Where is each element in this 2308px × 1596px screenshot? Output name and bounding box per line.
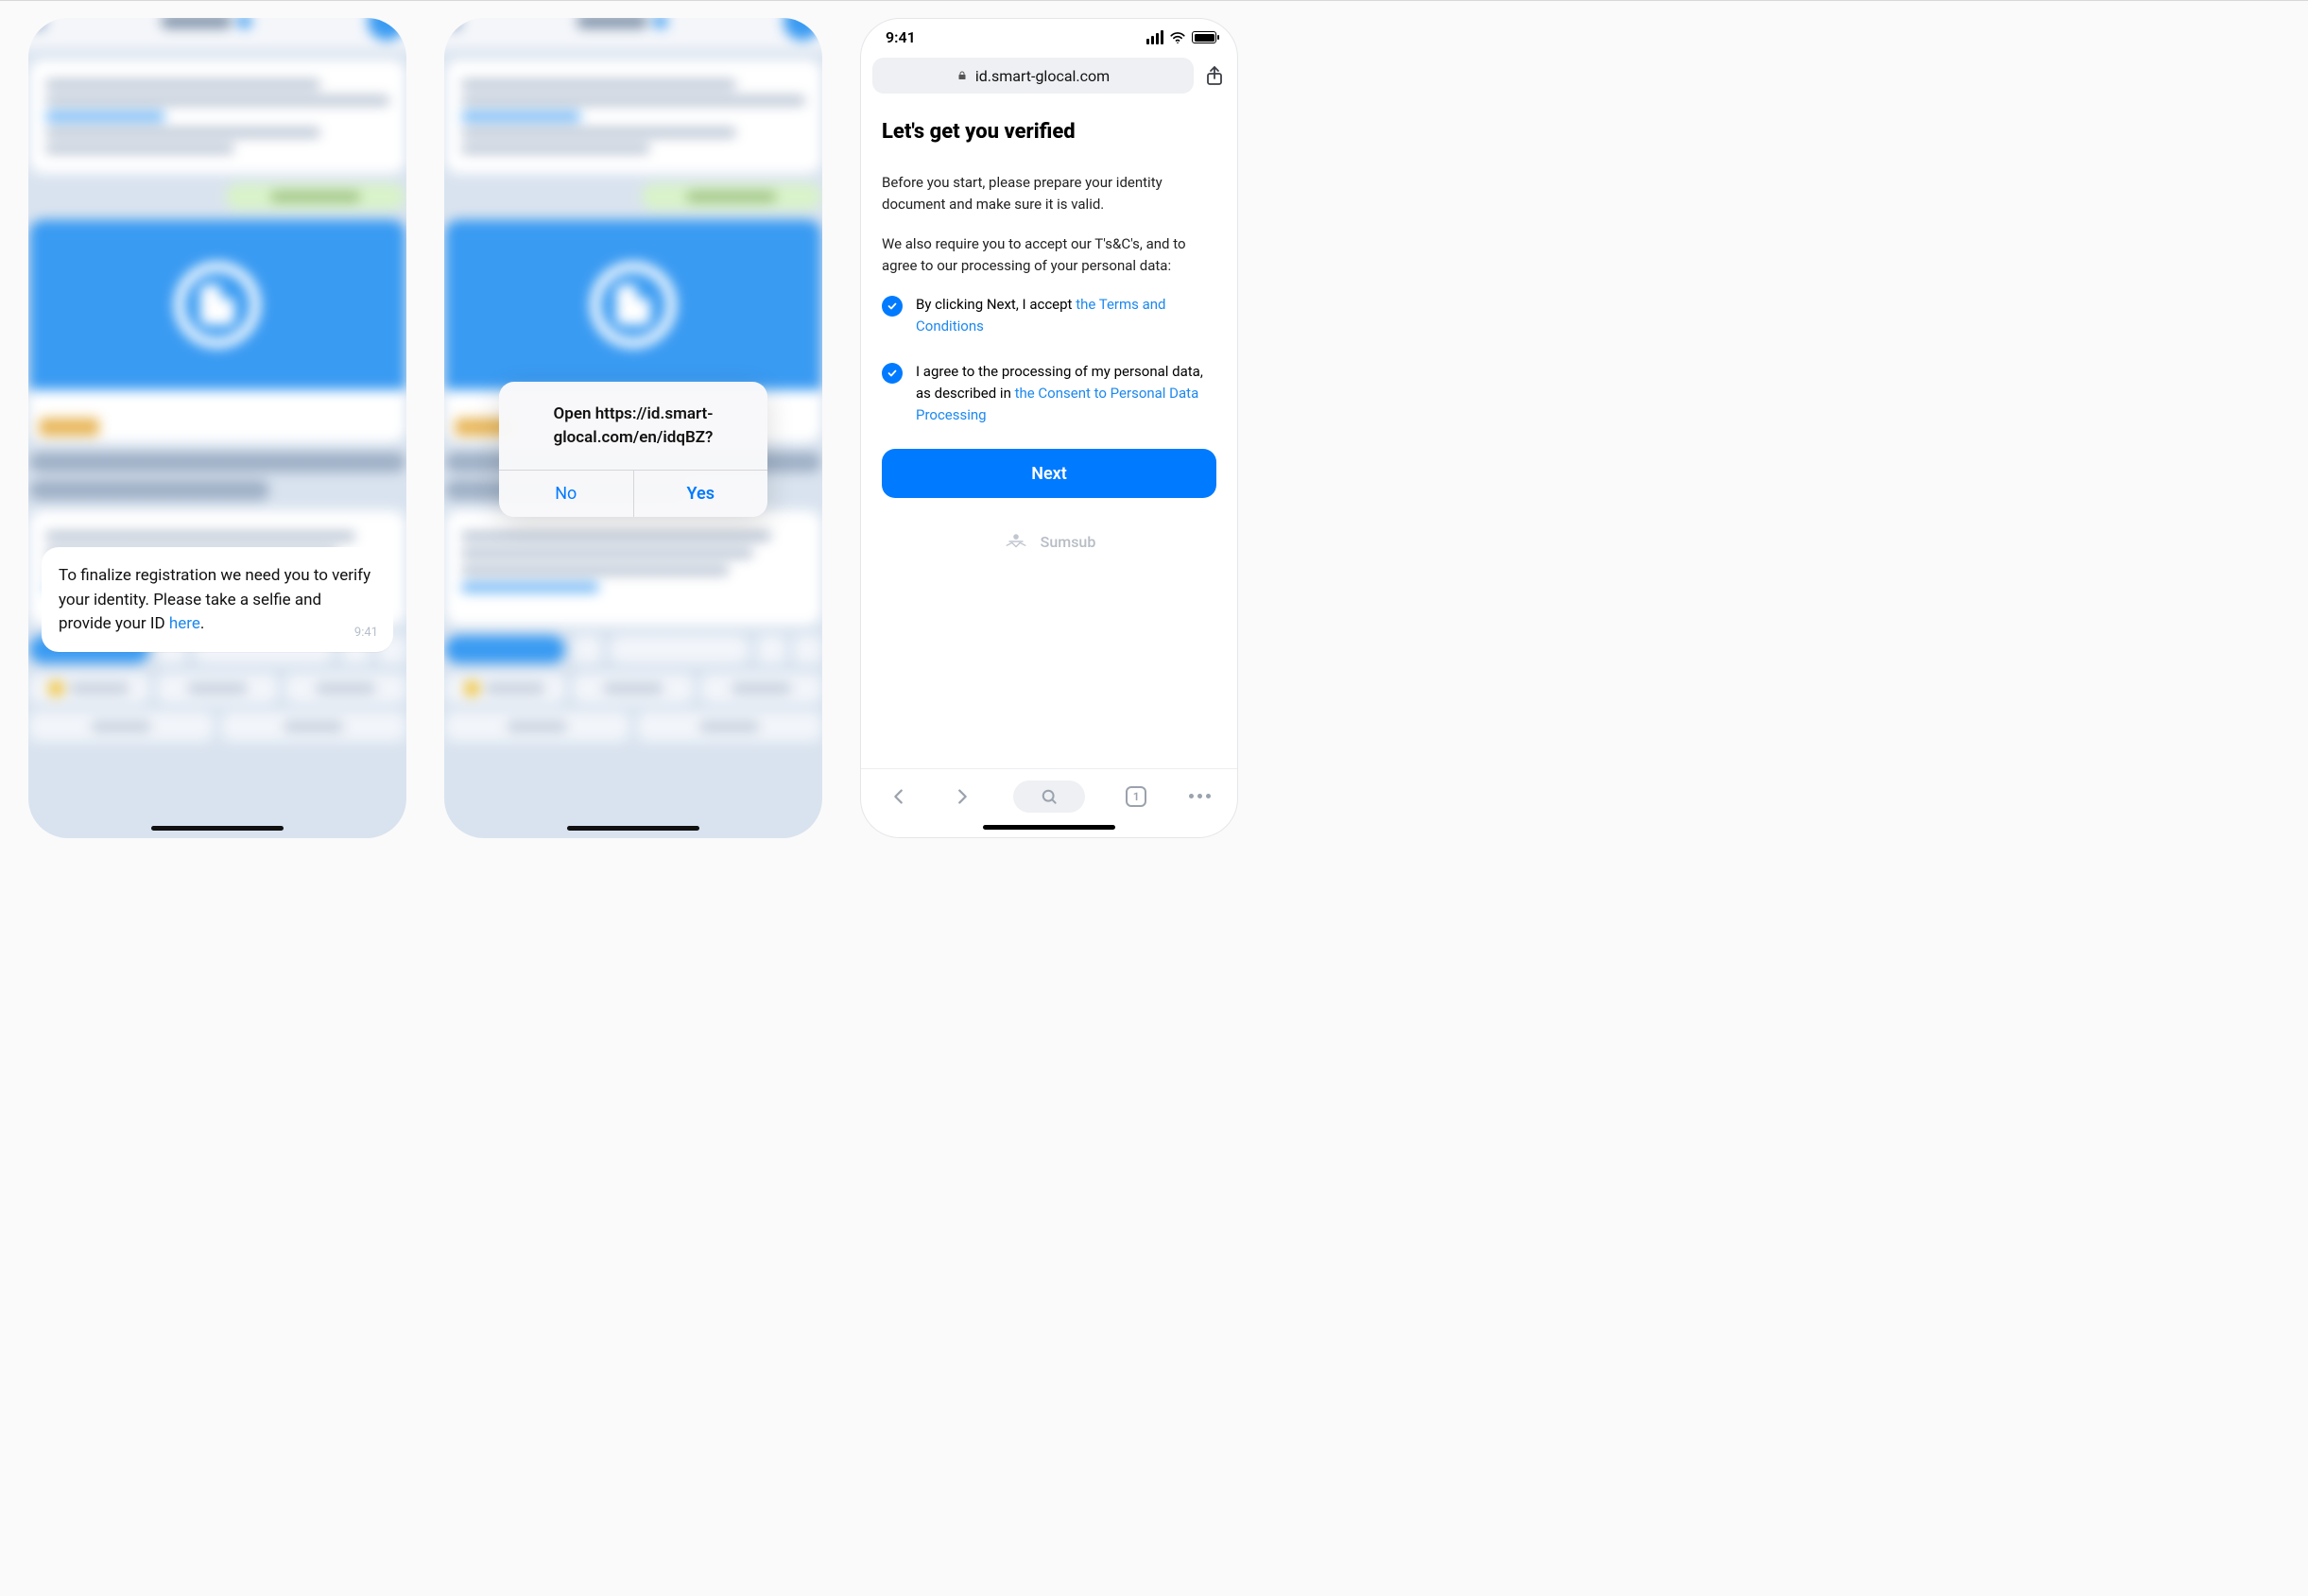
message-text-post: .	[200, 614, 204, 633]
safari-address-bar: id.smart-glocal.com	[861, 52, 1237, 103]
consent-checkbox[interactable]	[882, 363, 903, 384]
message-time: 9:41	[354, 624, 378, 643]
intro-paragraph-1: Before you start, please prepare your id…	[882, 172, 1216, 216]
page-heading: Let's get you verified	[882, 120, 1216, 144]
open-url-alert: Open https://id.smart-glocal.com/en/idqB…	[499, 382, 767, 517]
phone-screenshot-1: To finalize registration we need you to …	[28, 18, 406, 838]
alert-no-button[interactable]: No	[499, 471, 633, 517]
verification-page: Let's get you verified Before you start,…	[861, 103, 1237, 768]
terms-checkbox-row: By clicking Next, I accept the Terms and…	[882, 294, 1216, 338]
phone-screenshot-2: Open https://id.smart-glocal.com/en/idqB…	[444, 18, 822, 838]
more-icon[interactable]	[1187, 784, 1212, 809]
sumsub-logo-icon	[1003, 532, 1029, 551]
intro-paragraph-2: We also require you to accept our T's&C'…	[882, 233, 1216, 278]
tabs-icon[interactable]: 1	[1124, 784, 1148, 809]
terms-checkbox[interactable]	[882, 296, 903, 317]
search-icon	[1040, 787, 1059, 806]
status-time: 9:41	[886, 28, 916, 46]
lock-icon	[956, 69, 968, 82]
tabs-count: 1	[1133, 790, 1140, 803]
search-button[interactable]	[1013, 781, 1085, 813]
home-indicator	[151, 826, 284, 831]
sumsub-brand: Sumsub	[882, 532, 1216, 551]
alert-yes-button[interactable]: Yes	[633, 471, 768, 517]
alert-message: Open https://id.smart-glocal.com/en/idqB…	[499, 382, 767, 470]
next-button[interactable]: Next	[882, 449, 1216, 498]
battery-icon	[1192, 31, 1216, 43]
home-indicator	[983, 825, 1115, 830]
consent-checkbox-row: I agree to the processing of my personal…	[882, 361, 1216, 427]
phone-screenshot-3: 9:41 id.smart-glocal.com Let's get you v…	[860, 18, 1238, 838]
url-text: id.smart-glocal.com	[975, 67, 1110, 85]
wifi-icon	[1169, 29, 1186, 46]
forward-icon[interactable]	[950, 784, 974, 809]
chat-message-bubble: To finalize registration we need you to …	[42, 547, 393, 652]
home-indicator	[567, 826, 699, 831]
cellular-signal-icon	[1146, 30, 1163, 44]
blurred-chat-background	[28, 18, 406, 838]
message-link-here[interactable]: here	[169, 614, 200, 633]
url-field[interactable]: id.smart-glocal.com	[872, 58, 1194, 94]
safari-toolbar: 1	[861, 768, 1237, 823]
status-bar: 9:41	[861, 19, 1237, 52]
message-text: To finalize registration we need you to …	[59, 566, 370, 633]
terms-text: By clicking Next, I accept	[916, 296, 1076, 313]
share-icon[interactable]	[1203, 64, 1226, 87]
back-icon[interactable]	[887, 784, 911, 809]
sumsub-label: Sumsub	[1041, 533, 1096, 551]
